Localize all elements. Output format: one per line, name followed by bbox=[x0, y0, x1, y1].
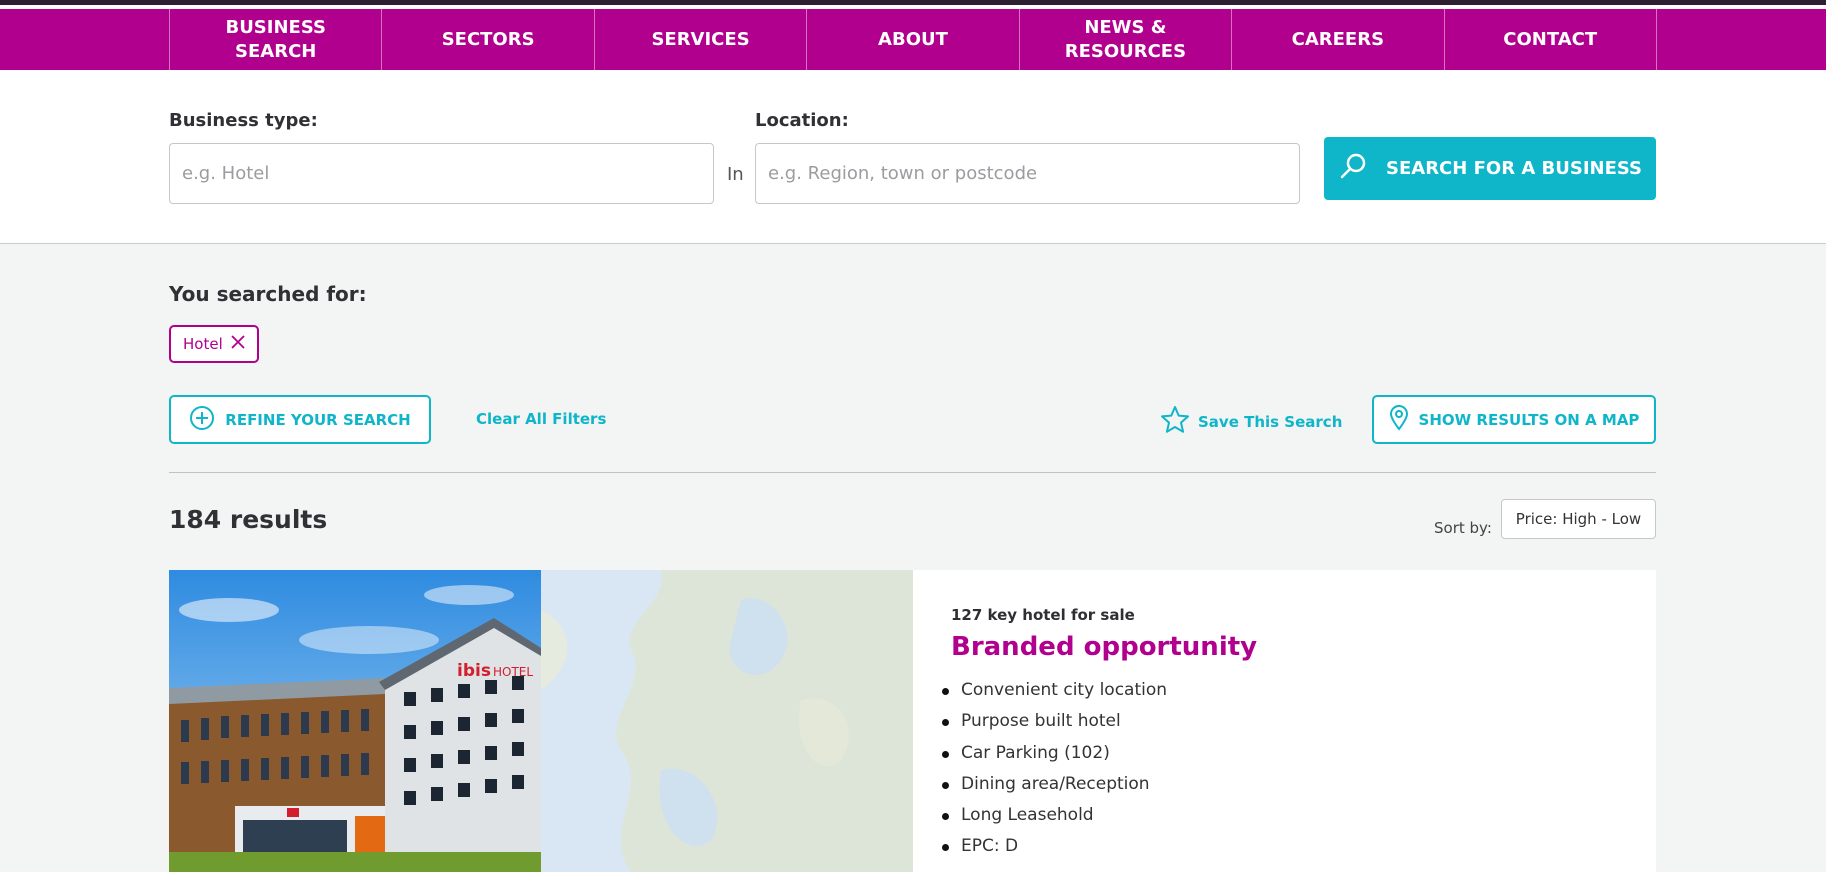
hotel-sign-text: ibis bbox=[457, 661, 491, 681]
search-button-label: SEARCH FOR A BUSINESS bbox=[1386, 158, 1642, 179]
hotel-sign-text-2: HOTEL bbox=[493, 665, 533, 679]
sort-by-label: Sort by: bbox=[1434, 519, 1492, 537]
nav-careers[interactable]: CAREERS bbox=[1232, 9, 1445, 70]
location-input[interactable] bbox=[755, 143, 1300, 204]
map-pin-icon bbox=[1389, 404, 1409, 435]
feature-item: Purpose built hotel bbox=[939, 711, 1167, 742]
listing-card[interactable]: ibis HOTEL 127 key hotel for sale Brande bbox=[169, 570, 1656, 872]
nav-business-search[interactable]: BUSINESS SEARCH bbox=[170, 9, 383, 70]
nav-sectors[interactable]: SECTORS bbox=[382, 9, 595, 70]
feature-item: Dining area/Reception bbox=[939, 774, 1167, 805]
results-count: 184 results bbox=[169, 505, 328, 534]
nav-news-resources[interactable]: NEWS & RESOURCES bbox=[1020, 9, 1233, 70]
feature-item: EPC: D bbox=[939, 836, 1167, 867]
search-for-business-button[interactable]: SEARCH FOR A BUSINESS bbox=[1324, 137, 1656, 200]
search-icon bbox=[1338, 151, 1368, 186]
filter-chip-label: Hotel bbox=[183, 335, 223, 353]
main-navigation: BUSINESS SEARCH SECTORS SERVICES ABOUT N… bbox=[0, 9, 1826, 70]
nav-services[interactable]: SERVICES bbox=[595, 9, 808, 70]
refine-search-button[interactable]: REFINE YOUR SEARCH bbox=[169, 395, 431, 444]
results-section: You searched for: Hotel REFINE YOUR SEAR… bbox=[0, 244, 1826, 872]
listing-photo[interactable]: ibis HOTEL bbox=[169, 570, 541, 872]
feature-item: Convenient city location bbox=[939, 680, 1167, 711]
feature-item: Car Parking (102) bbox=[939, 743, 1167, 774]
listing-title[interactable]: Branded opportunity bbox=[951, 632, 1451, 662]
nav-about[interactable]: ABOUT bbox=[807, 9, 1020, 70]
nav-contact[interactable]: CONTACT bbox=[1445, 9, 1657, 70]
sort-select[interactable]: Price: High - Low bbox=[1501, 499, 1656, 539]
business-type-input[interactable] bbox=[169, 143, 714, 204]
divider bbox=[169, 472, 1656, 473]
close-icon[interactable] bbox=[231, 335, 245, 353]
search-panel: Business type: In Location: SEARCH FOR A… bbox=[0, 70, 1826, 244]
location-label: Location: bbox=[755, 110, 849, 131]
refine-search-label: REFINE YOUR SEARCH bbox=[225, 410, 411, 429]
save-search-label: Save This Search bbox=[1198, 412, 1343, 431]
searched-for-label: You searched for: bbox=[169, 282, 367, 306]
in-label: In bbox=[727, 164, 744, 185]
business-type-label: Business type: bbox=[169, 110, 318, 131]
show-map-label: SHOW RESULTS ON A MAP bbox=[1418, 410, 1640, 429]
show-results-on-map-button[interactable]: SHOW RESULTS ON A MAP bbox=[1372, 395, 1656, 444]
filter-chip-hotel[interactable]: Hotel bbox=[169, 325, 259, 363]
feature-item: Long Leasehold bbox=[939, 805, 1167, 836]
star-icon bbox=[1160, 405, 1190, 438]
listing-subtitle: 127 key hotel for sale bbox=[951, 606, 1135, 624]
location-map-thumbnail[interactable] bbox=[541, 570, 913, 872]
plus-circle-icon bbox=[189, 405, 215, 435]
clear-all-filters-link[interactable]: Clear All Filters bbox=[476, 410, 606, 428]
save-search-link[interactable]: Save This Search bbox=[1160, 405, 1342, 438]
listing-features: Convenient city location Purpose built h… bbox=[939, 680, 1167, 868]
